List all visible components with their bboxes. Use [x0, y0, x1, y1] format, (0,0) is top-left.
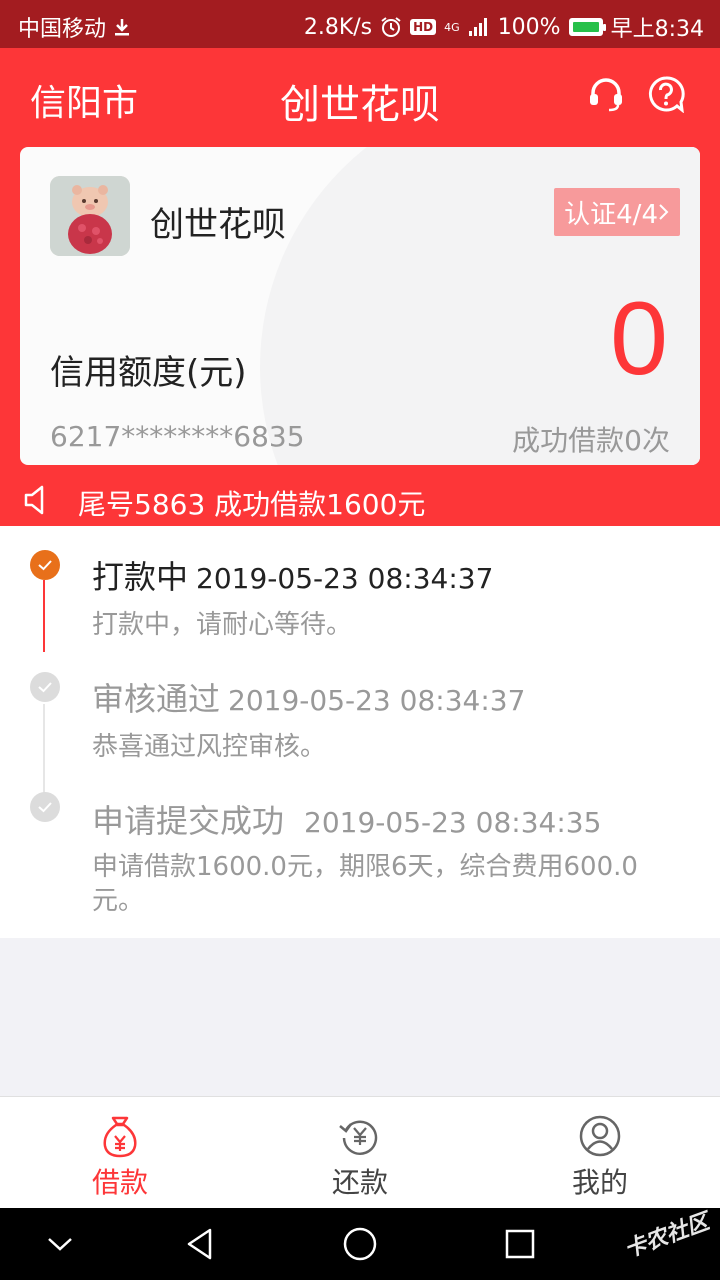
timeline-time: 2019-05-23 08:34:37: [228, 684, 526, 717]
recents-icon[interactable]: [500, 1224, 540, 1264]
hd-badge: HD: [410, 19, 437, 35]
signal-icon: [468, 17, 490, 37]
timeline-desc: 恭喜通过风控审核。: [92, 732, 327, 762]
profile-icon: [576, 1113, 624, 1159]
timeline-desc: 打款中，请耐心等待。: [92, 610, 353, 640]
bank-card-number: 6217********6835: [50, 420, 305, 453]
speaker-icon: [22, 484, 50, 520]
carrier-label: 中国移动: [18, 17, 107, 42]
headset-icon[interactable]: [586, 74, 626, 114]
app-header: 信阳市 创世花呗: [0, 48, 720, 144]
network-type: 4G: [444, 20, 460, 34]
tab-label: 还款: [331, 1166, 388, 1199]
notice-text: 尾号5863 成功借款1600元: [78, 488, 426, 521]
clock: 早上8:34: [610, 17, 704, 42]
money-bag-icon: [96, 1113, 144, 1159]
battery-percent: 100%: [497, 14, 561, 40]
timeline-title: 审核通过: [92, 680, 221, 718]
timeline-title: 申请提交成功: [92, 802, 285, 840]
download-icon: [112, 17, 132, 37]
check-icon: [30, 550, 60, 580]
timeline-time: 2019-05-23 08:34:35: [304, 806, 602, 839]
chevron-right-icon: [659, 204, 669, 220]
loan-progress-timeline: 打款中 2019-05-23 08:34:37 打款中，请耐心等待。 审核通过 20…: [0, 526, 720, 938]
help-icon[interactable]: [646, 74, 686, 114]
back-icon[interactable]: [180, 1224, 220, 1264]
city-selector[interactable]: 信阳市: [30, 74, 138, 126]
app-logo: [50, 176, 130, 256]
network-speed: 2.8K/s: [303, 14, 373, 40]
credit-limit-label: 信用额度(元): [50, 353, 247, 393]
home-icon[interactable]: [340, 1224, 380, 1264]
alarm-icon: [380, 16, 402, 38]
check-icon: [30, 792, 60, 822]
repay-icon: [336, 1113, 384, 1159]
credit-card-panel: 创世花呗 认证4/4 信用额度(元) 0 6217********6835 成功…: [20, 147, 700, 465]
verify-button[interactable]: 认证4/4: [554, 188, 680, 236]
page-title: 创世花呗: [280, 82, 440, 128]
timeline-connector: [43, 580, 45, 652]
timeline-connector: [43, 704, 45, 804]
notice-bar: 尾号5863 成功借款1600元: [0, 474, 720, 526]
app-name: 创世花呗: [150, 205, 286, 245]
tab-repay[interactable]: 还款: [240, 1097, 480, 1208]
timeline-time: 2019-05-23 08:34:37: [196, 562, 494, 595]
check-icon: [30, 672, 60, 702]
timeline-title: 打款中: [92, 558, 189, 596]
battery-icon: [568, 18, 606, 36]
status-bar: 中国移动 2.8K/s HD 4G 100% 早上8:34: [0, 0, 720, 48]
tab-mine[interactable]: 我的: [480, 1097, 720, 1208]
tab-borrow[interactable]: 借款: [0, 1097, 240, 1208]
system-nav-bar: 卡农社区: [0, 1208, 720, 1280]
tab-label: 借款: [91, 1166, 148, 1199]
watermark: 卡农社区: [621, 1209, 713, 1264]
credit-limit-value: 0: [610, 281, 668, 397]
tab-label: 我的: [571, 1166, 628, 1199]
loan-success-count: 成功借款0次: [512, 424, 670, 457]
bottom-tab-bar: 借款 还款 我的: [0, 1096, 720, 1208]
verify-label: 认证4/4: [564, 199, 658, 230]
chevron-down-icon[interactable]: [40, 1224, 80, 1264]
timeline-desc: 申请借款1600.0元，期限6天，综合费用600.0元。: [92, 852, 638, 916]
